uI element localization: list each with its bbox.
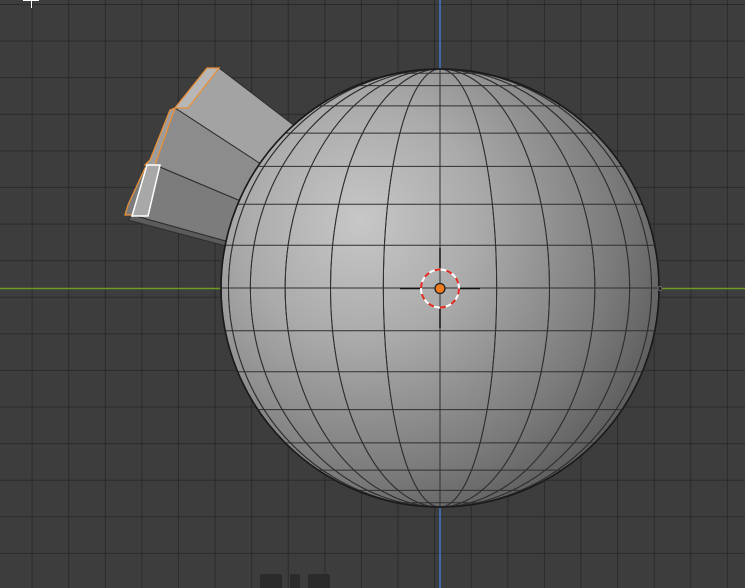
bottom-toolbar	[260, 574, 330, 588]
toolbar-button-c[interactable]	[308, 574, 330, 588]
toolbar-button-b[interactable]	[290, 574, 300, 588]
mouse-cursor-icon	[22, 0, 40, 10]
3d-viewport[interactable]	[0, 0, 745, 588]
scene-canvas[interactable]	[0, 0, 745, 588]
vertex-dot	[657, 286, 663, 291]
toolbar-button-a[interactable]	[260, 574, 282, 588]
object-origin-icon	[434, 282, 446, 295]
